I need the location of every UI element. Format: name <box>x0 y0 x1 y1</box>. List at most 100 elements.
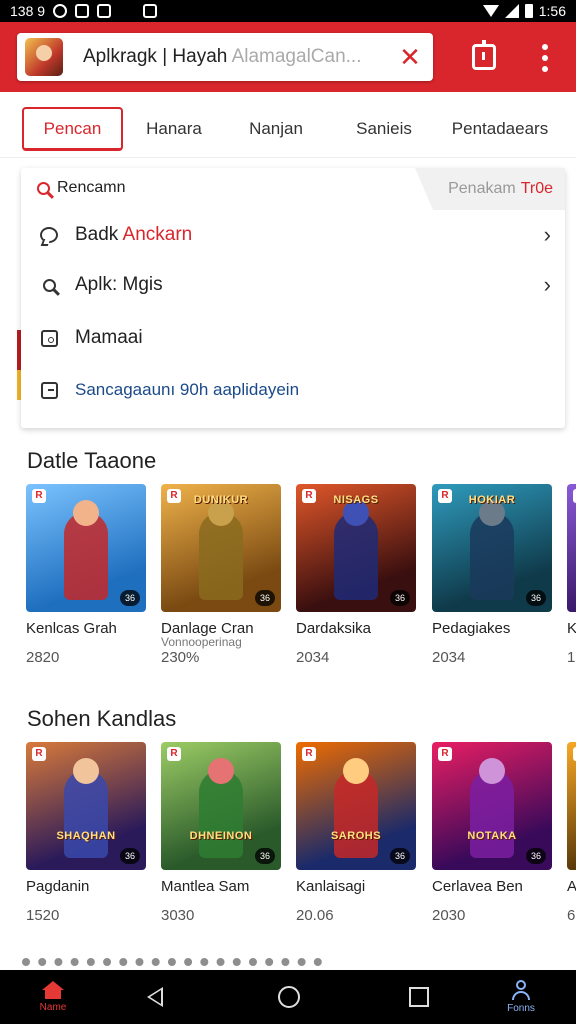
game-title: Kenlcas Grah <box>26 620 117 637</box>
window-icon <box>39 380 59 400</box>
rating-badge: 36 <box>255 590 275 606</box>
suggestion-query-text: Rencamn <box>57 179 126 196</box>
tab-sanieis[interactable]: Sanieis <box>342 107 426 151</box>
chevron-right-icon: › <box>543 272 551 297</box>
game-card[interactable]: R36 K 1 <box>567 484 576 666</box>
game-character-head <box>343 758 369 784</box>
suggestion-item[interactable]: Badk Anckarn › <box>21 210 565 260</box>
store-badge-icon: R <box>302 489 316 503</box>
nav-recents[interactable] <box>406 970 432 1024</box>
game-title: Cerlavea Ben <box>432 878 523 895</box>
suggestion-hint-text: Penakam <box>448 180 516 197</box>
rating-badge: 36 <box>255 848 275 864</box>
store-badge-icon: R <box>438 489 452 503</box>
calendar-icon[interactable] <box>472 40 496 70</box>
search-query-main: Aplkragk <box>83 46 157 67</box>
game-title: Pagdanin <box>26 878 90 895</box>
nav-home[interactable]: Name <box>30 970 76 1024</box>
game-thumbnail[interactable]: SAROHS R 36 <box>296 742 416 870</box>
rating-badge: 36 <box>120 848 140 864</box>
game-thumbnail[interactable]: SHAQHAN R 36 <box>26 742 146 870</box>
game-thumbnail[interactable]: DHNEINON R 36 <box>161 742 281 870</box>
game-title: Kanlaisagi <box>296 878 366 895</box>
search-bar[interactable]: Aplkragk | Hayah AlamagalCan... ✕ <box>17 33 433 81</box>
suggestion-label: Mamaai <box>75 327 143 348</box>
game-card[interactable]: SAROHS R 36 Kanlaisagi 20.06 <box>296 742 416 924</box>
tab-hanara[interactable]: Hanara <box>135 107 213 151</box>
game-thumbnail[interactable]: R36 <box>567 484 576 612</box>
game-card[interactable]: SHAQHAN R 36 Pagdanin 1520 <box>26 742 146 924</box>
chat-bubble-icon <box>39 225 59 245</box>
suggestion-label: Aplk: Mgis <box>75 274 163 295</box>
home-circle-icon <box>278 986 300 1008</box>
search-query[interactable]: Aplkragk | Hayah AlamagalCan... <box>83 46 395 68</box>
suggestion-hint[interactable]: Penakam Tr0e <box>415 168 565 210</box>
game-thumbnail[interactable]: NOTAKA R 36 <box>432 742 552 870</box>
game-card[interactable]: NOTAKA R 36 Cerlavea Ben 2030 <box>432 742 552 924</box>
suggestion-item[interactable]: Mamaai <box>21 313 565 363</box>
store-badge-icon: R <box>167 489 181 503</box>
store-badge-icon: R <box>32 747 46 761</box>
game-title: Mantlea Sam <box>161 878 250 895</box>
game-card[interactable]: HOKIAR R 36 Pedagiakes 2034 <box>432 484 552 666</box>
rating-badge: 36 <box>390 848 410 864</box>
suggestion-item[interactable]: Aplk: Mgis › <box>21 260 565 310</box>
more-options-icon[interactable] <box>537 44 553 72</box>
search-query-faded: AlamagalCan... <box>231 46 362 67</box>
section-title: Sohen Kandlas <box>27 706 177 731</box>
game-card[interactable]: R36 A 6 <box>567 742 576 924</box>
rating-badge: 36 <box>390 590 410 606</box>
game-thumbnail[interactable]: R36 <box>567 742 576 870</box>
nav-home-label: Name <box>39 1002 67 1013</box>
wifi-icon <box>482 5 499 17</box>
section-title: Datle Taaone <box>27 448 157 473</box>
suggestion-label: Sancagaaunı 90h aaplidayein <box>75 380 300 399</box>
game-title: Dardaksika <box>296 620 372 637</box>
game-card[interactable]: NISAGS R 36 Dardaksika 2034 <box>296 484 416 666</box>
game-card[interactable]: DUNIKUR R 36 Danlage Cran Vonnooperinag 230% <box>161 484 281 666</box>
clear-search-icon[interactable]: ✕ <box>395 44 425 70</box>
nav-profile[interactable]: Fonns <box>498 970 544 1024</box>
home-icon <box>42 981 64 999</box>
game-thumbnail[interactable]: DUNIKUR R 36 <box>161 484 281 612</box>
nav-profile-label: Fonns <box>507 1003 535 1014</box>
game-thumbnail[interactable]: HOKIAR R 36 <box>432 484 552 612</box>
game-logo-text: NISAGS <box>333 494 379 506</box>
suggestion-item[interactable]: Sancagaaunı 90h aaplidayein <box>21 365 565 415</box>
game-character-head <box>479 758 505 784</box>
game-title: K <box>567 620 576 637</box>
game-character-head <box>208 758 234 784</box>
game-logo-text: HOKIAR <box>468 494 516 506</box>
recents-icon <box>409 987 429 1007</box>
game-title: Pedagiakes <box>432 620 511 637</box>
game-year: 2034 <box>296 649 330 666</box>
store-badge-icon: R <box>32 489 46 503</box>
game-character-head <box>73 758 99 784</box>
person-icon <box>511 980 531 1000</box>
notification-icon <box>53 4 68 18</box>
game-thumbnail[interactable]: NISAGS R 36 <box>296 484 416 612</box>
suggestion-query[interactable]: Rencamn <box>37 179 125 197</box>
search-icon <box>39 275 59 295</box>
game-year: 6 <box>567 907 576 924</box>
app-notification-icon <box>97 4 112 18</box>
game-year: 20.06 <box>296 907 334 924</box>
battery-icon <box>524 4 533 18</box>
game-card[interactable]: R 36 Kenlcas Grah 2820 <box>26 484 146 666</box>
tab-pentadaears[interactable]: Pentadaears <box>448 107 552 151</box>
tab-pencan[interactable]: Pencan <box>22 107 123 151</box>
bottom-navigation: Name Fonns <box>0 970 576 1024</box>
status-time: 1:56 <box>538 3 566 19</box>
game-logo-text: SHAQHAN <box>56 830 116 842</box>
nav-home-button[interactable] <box>274 970 304 1024</box>
nav-back[interactable] <box>140 970 170 1024</box>
game-logo-text <box>32 494 140 514</box>
suggestion-label-highlight: Anckarn <box>122 224 193 245</box>
search-icon <box>37 181 50 195</box>
chevron-right-icon: › <box>543 222 551 247</box>
game-year: 230% <box>161 649 200 666</box>
rating-badge: 36 <box>526 590 546 606</box>
game-card[interactable]: DHNEINON R 36 Mantlea Sam 3030 <box>161 742 281 924</box>
tab-nanjan[interactable]: Nanjan <box>236 107 316 151</box>
game-thumbnail[interactable]: R36 <box>26 484 146 612</box>
